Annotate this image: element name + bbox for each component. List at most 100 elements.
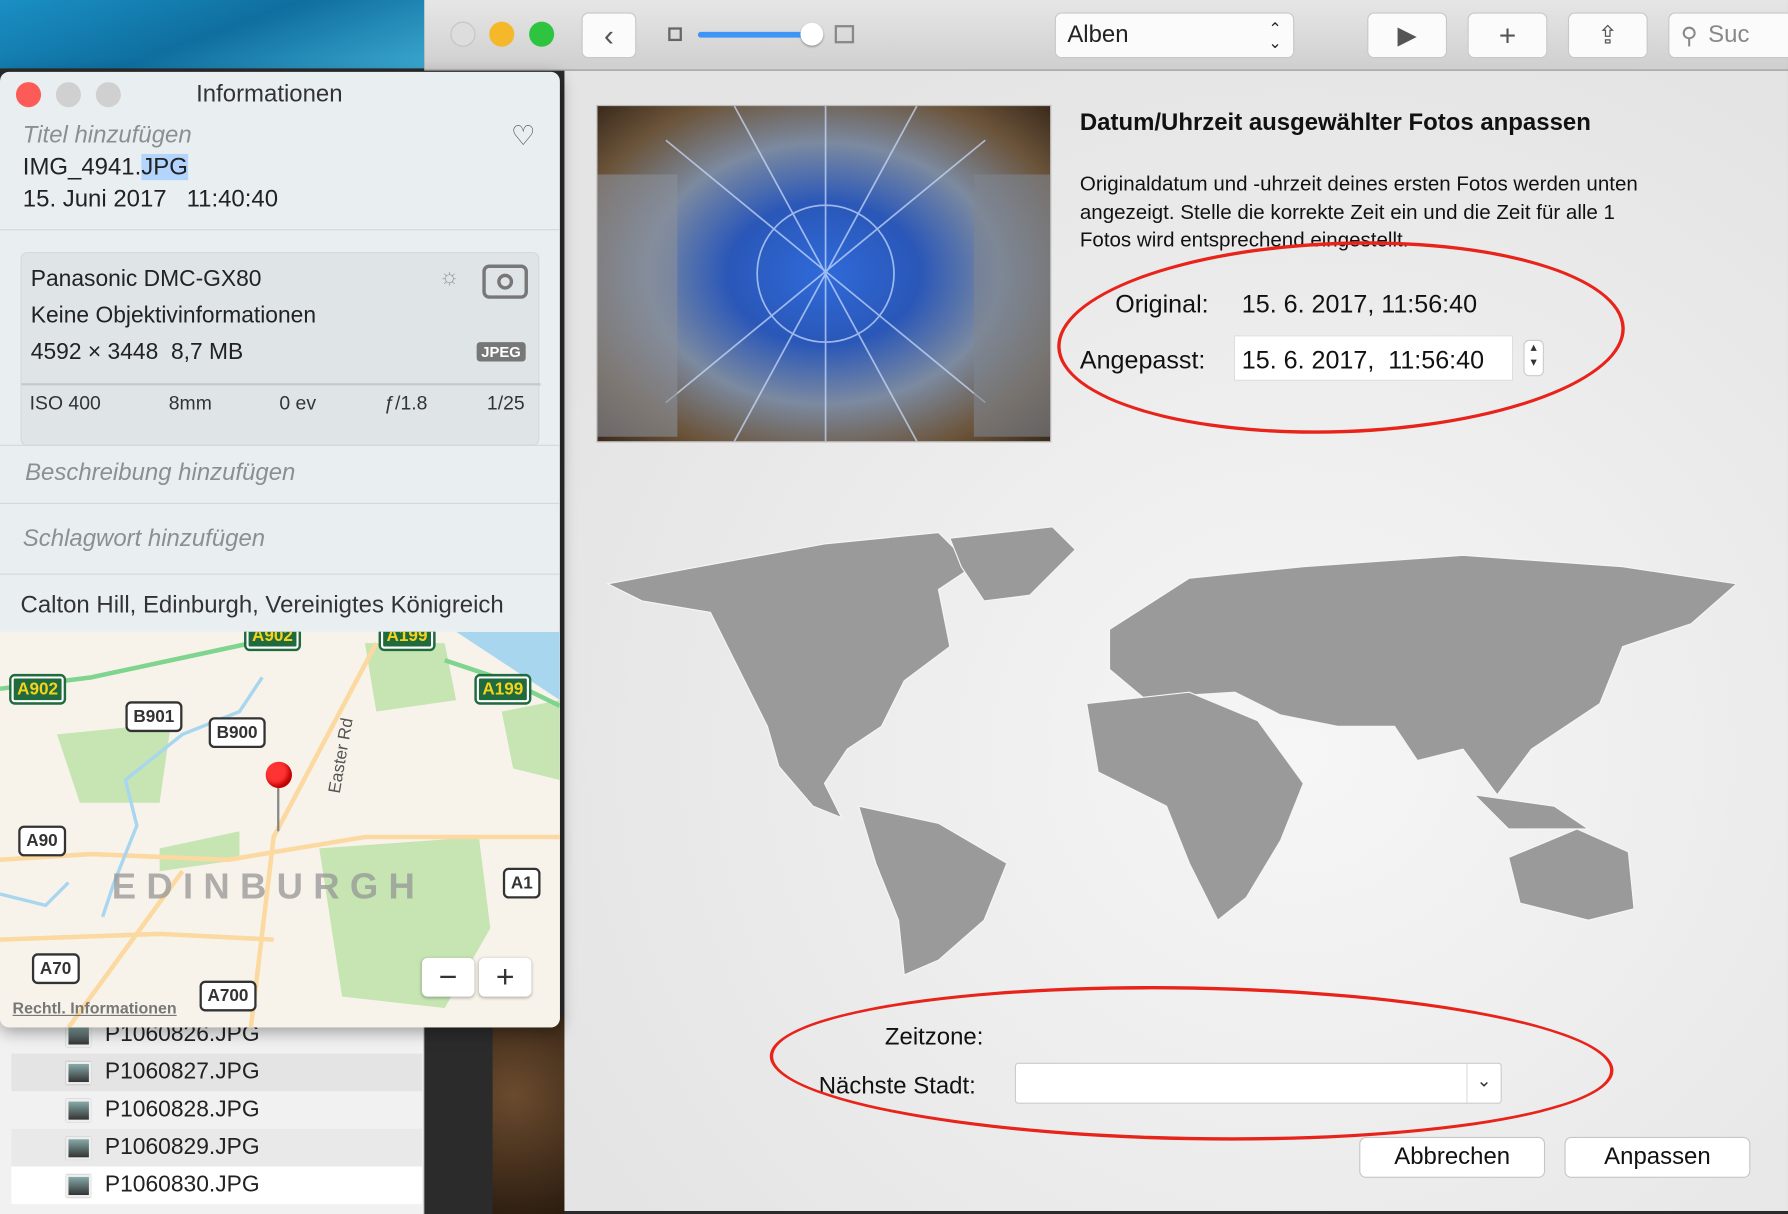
minimize-button[interactable] <box>55 82 81 108</box>
slideshow-button[interactable]: ▶ <box>1367 12 1448 59</box>
road-label: A700 <box>199 980 257 1012</box>
legal-link[interactable]: Rechtl. Informationen <box>13 999 177 1017</box>
thumbnail <box>66 1136 92 1160</box>
dimensions: 4592 × 3448 <box>30 339 159 365</box>
photo-preview <box>596 104 1052 443</box>
south-america <box>857 805 1008 976</box>
exposure-value: 0 ev <box>279 392 317 414</box>
panel-title: Informationen <box>196 80 343 108</box>
dialog-description: Originaldatum und -uhrzeit deines ersten… <box>1079 172 1638 195</box>
divider <box>0 229 560 231</box>
dialog-description: angezeigt. Stelle die korrekte Zeit ein … <box>1079 200 1615 224</box>
zoom-out-button[interactable]: − <box>421 957 475 997</box>
africa <box>1086 691 1305 922</box>
zoom-button[interactable] <box>529 21 555 47</box>
lens-info: Keine Objektivinformationen <box>30 303 317 329</box>
thumbnail <box>66 1098 92 1122</box>
search-field[interactable]: ⚲ Suc <box>1668 12 1788 59</box>
list-item[interactable]: P1060827.JPG <box>11 1053 422 1092</box>
road-label: A199 <box>378 631 436 652</box>
updown-chevron-icon: ⌃ ⌄ <box>1268 19 1282 52</box>
divider <box>0 502 560 505</box>
photo-background <box>492 1014 565 1214</box>
format-badge: JPEG <box>476 342 526 362</box>
road-label: A199 <box>474 673 532 705</box>
back-button[interactable]: ‹ <box>581 12 637 59</box>
info-panel: Informationen Titel hinzufügen ♡ IMG_494… <box>0 71 560 1028</box>
flash-icon: ☼ <box>439 264 460 290</box>
time[interactable]: 11:40:40 <box>187 186 278 212</box>
shutter-speed: 1/25 <box>486 392 525 414</box>
focal-length: 8mm <box>168 392 212 414</box>
annotation-ellipse <box>768 979 1615 1148</box>
metering-icon <box>482 264 528 299</box>
road-label: A902 <box>244 631 301 652</box>
description-input[interactable]: Beschreibung hinzufügen <box>25 460 295 487</box>
list-item[interactable]: P1060830.JPG <box>11 1166 422 1205</box>
desktop-background <box>0 0 425 69</box>
apply-button[interactable]: Anpassen <box>1564 1136 1751 1178</box>
world-map <box>606 526 1738 976</box>
cathedral-photo <box>597 105 1051 442</box>
view-select[interactable]: Alben ⌃ ⌄ <box>1054 12 1295 59</box>
divider <box>0 444 560 446</box>
list-item[interactable]: P1060828.JPG <box>11 1091 422 1129</box>
list-item[interactable]: P1060829.JPG <box>11 1128 422 1167</box>
search-icon: ⚲ <box>1680 23 1698 49</box>
keyword-input[interactable]: Schlagwort hinzufügen <box>23 526 265 553</box>
north-america <box>606 531 974 819</box>
location-map[interactable]: A902 A199 A902 A199 B901 B900 A90 A1 A70… <box>0 631 560 1028</box>
file-size: 8,7 MB <box>170 339 244 365</box>
road-label: A902 <box>9 673 66 705</box>
plus-icon: + <box>1498 17 1517 52</box>
add-button[interactable]: + <box>1467 12 1548 59</box>
file-list: P1060826.JPG P1060827.JPG P1060828.JPG P… <box>0 1014 425 1214</box>
road-label: A70 <box>31 953 80 985</box>
file-name: P1060830.JPG <box>104 1172 260 1198</box>
thumbnail <box>66 1173 92 1197</box>
road-label: A1 <box>502 867 541 899</box>
photos-toolbar: ‹ Alben ⌃ ⌄ ▶ + ⇪ ⚲ Suc <box>424 0 1788 71</box>
adjust-date-dialog: Datum/Uhrzeit ausgewählter Fotos anpasse… <box>564 70 1788 1211</box>
title-input[interactable]: Titel hinzufügen <box>23 122 192 149</box>
dialog-heading: Datum/Uhrzeit ausgewählter Fotos anpasse… <box>1079 109 1591 136</box>
road-label: B901 <box>125 701 183 733</box>
australia <box>1507 828 1635 921</box>
thumbnail <box>66 1061 92 1084</box>
location: Calton Hill, Edinburgh, Vereinigtes Köni… <box>20 591 504 619</box>
close-button[interactable] <box>450 21 476 47</box>
filename[interactable]: IMG_4941. <box>23 154 141 180</box>
heart-icon[interactable]: ♡ <box>511 120 536 153</box>
file-name: P1060827.JPG <box>104 1059 260 1085</box>
road-label: B900 <box>208 717 266 749</box>
zoom-in-button[interactable]: + <box>478 957 532 997</box>
share-button[interactable]: ⇪ <box>1567 12 1648 59</box>
camera-model: Panasonic DMC-GX80 <box>30 266 262 292</box>
slider-knob[interactable] <box>800 22 824 46</box>
small-thumbnail-icon <box>668 27 682 42</box>
date[interactable]: 15. Juni 2017 <box>23 186 167 212</box>
cancel-button[interactable]: Abbrechen <box>1359 1136 1546 1178</box>
file-name: P1060828.JPG <box>104 1096 260 1123</box>
city-label: EDINBURGH <box>111 865 426 907</box>
annotation-ellipse <box>1053 231 1629 444</box>
divider <box>0 573 560 575</box>
view-select-value: Alben <box>1067 21 1129 48</box>
greenland <box>949 526 1077 602</box>
thumbnail-size-slider[interactable] <box>697 31 812 38</box>
aperture: ƒ/1.8 <box>384 392 428 414</box>
play-icon: ▶ <box>1397 20 1417 50</box>
chevron-left-icon: ‹ <box>603 17 614 52</box>
location-pin-icon[interactable] <box>265 761 292 788</box>
screen: P1060826.JPG P1060827.JPG P1060828.JPG P… <box>0 0 1788 1214</box>
filename-extension-selected[interactable]: JPG <box>141 153 188 181</box>
share-icon: ⇪ <box>1597 20 1619 50</box>
road-label: A90 <box>18 825 66 857</box>
camera-card: Panasonic DMC-GX80 Keine Objektivinforma… <box>20 252 541 446</box>
large-thumbnail-icon <box>834 25 855 44</box>
zoom-button[interactable] <box>95 82 121 108</box>
close-button[interactable] <box>15 82 42 108</box>
southeast-asia <box>1472 793 1591 830</box>
iso: ISO 400 <box>29 392 101 414</box>
minimize-button[interactable] <box>489 21 515 47</box>
